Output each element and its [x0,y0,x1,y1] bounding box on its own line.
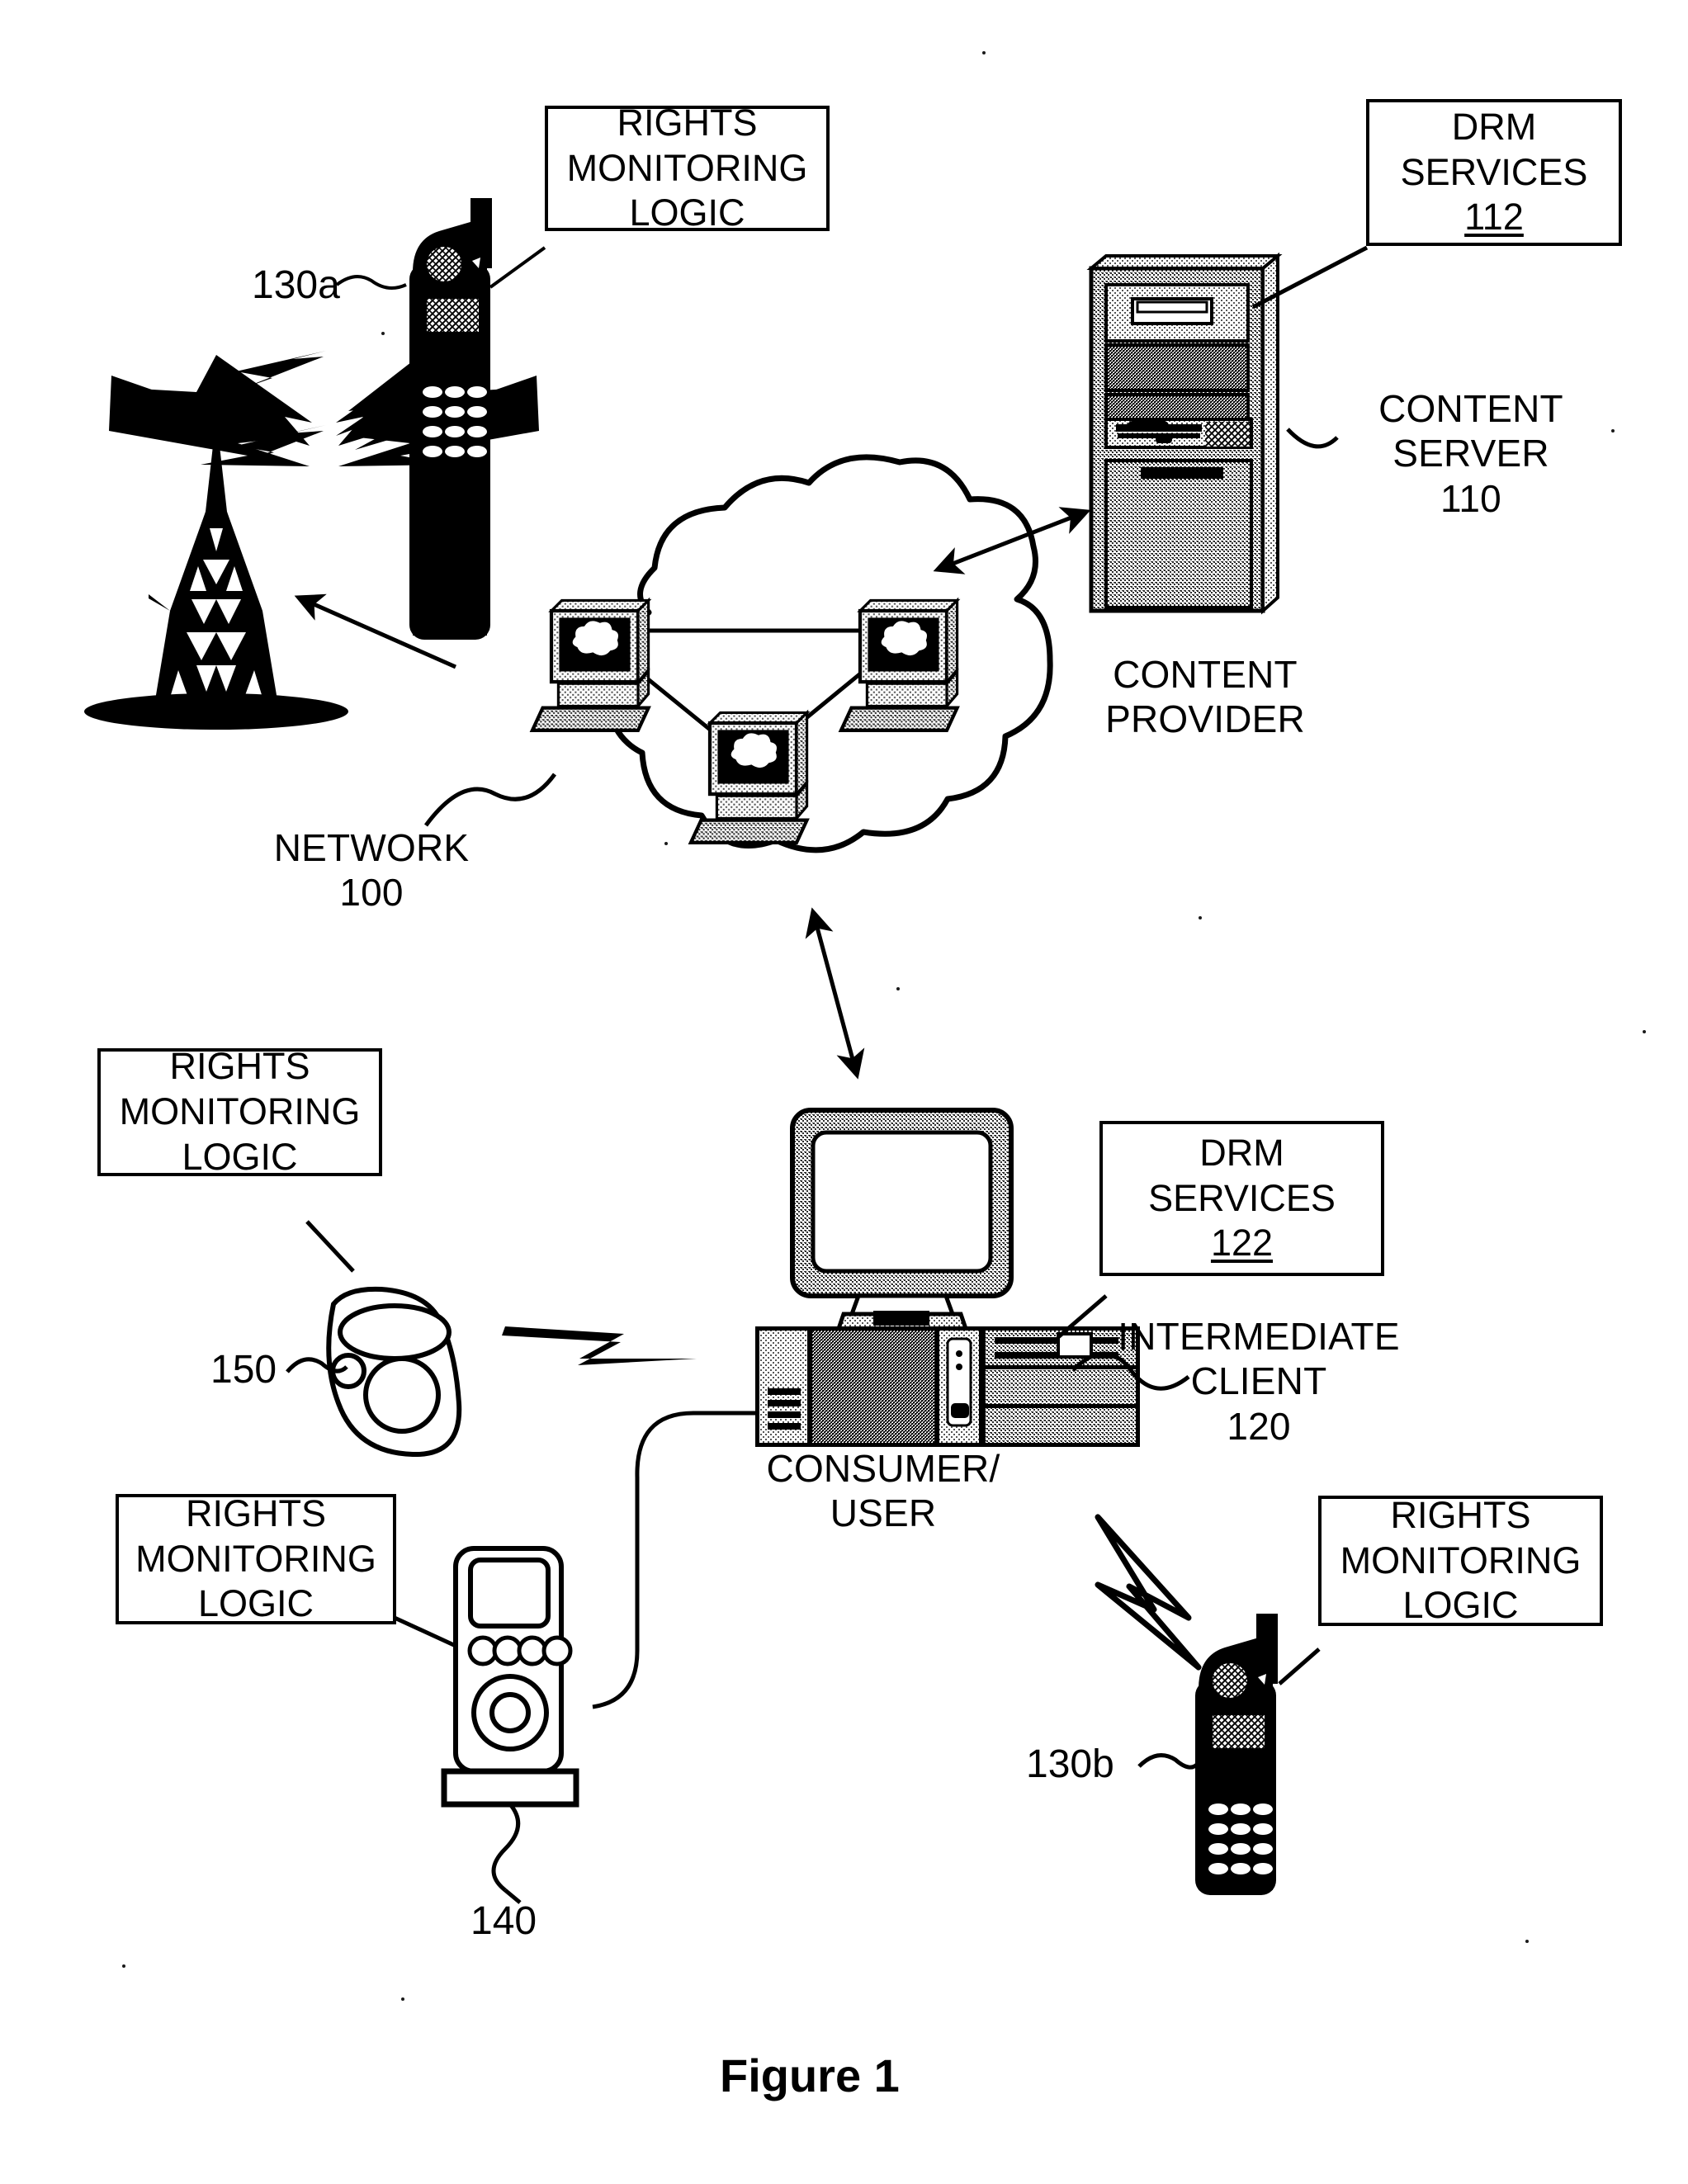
mobile-phone-icon [1195,1614,1278,1895]
content-provider-label: CONTENT PROVIDER [1105,653,1305,741]
lightning-bolt-icon [502,1326,697,1365]
box-line: LOGIC [182,1135,298,1178]
figure-caption: Figure 1 [720,2049,900,2101]
drm-services-box-112: DRM SERVICES 112 [1366,99,1622,246]
scan-speck [401,1997,404,2001]
drm-services-box-122: DRM SERVICES 122 [1099,1121,1384,1276]
lightning-bolt-icon [1095,1514,1202,1671]
reference-numeral-112: 112 [1464,196,1524,239]
patent-figure-page: RIGHTS MONITORING LOGIC DRM SERVICES 112… [0,0,1688,2184]
box-line: MONITORING [135,1537,376,1580]
scan-speck [1525,1940,1529,1943]
scan-speck [1199,916,1202,919]
server-tower-icon [1086,252,1283,615]
workstation-icon [838,597,961,732]
scan-speck [982,51,986,54]
intermediate-client-label: INTERMEDIATE CLIENT 120 [1118,1315,1400,1448]
portable-media-player-icon [441,1546,579,1892]
reference-numeral-130a: 130a [252,263,340,307]
network-label: NETWORK 100 [273,826,470,915]
desktop-computer-icon [755,1108,1140,1447]
box-line: RIGHTS [169,1045,310,1088]
box-line: SERVICES [1400,150,1588,193]
box-line: MONITORING [566,146,808,189]
box-line: MONITORING [1340,1539,1582,1581]
rights-monitoring-logic-box-phone-a: RIGHTS MONITORING LOGIC [545,102,830,234]
scan-speck [1643,1030,1646,1033]
rights-monitoring-logic-box-150: RIGHTS MONITORING LOGIC [97,1045,382,1178]
handheld-device-icon [326,1286,462,1458]
consumer-user-label: CONSUMER/ USER [766,1447,1000,1535]
box-line: RIGHTS [185,1491,326,1534]
box-line: MONITORING [119,1090,361,1133]
box-line: LOGIC [197,1582,314,1625]
rights-monitoring-logic-box-140: RIGHTS MONITORING LOGIC [116,1491,396,1625]
scan-speck [122,1964,125,1968]
reference-numeral-122: 122 [1210,1222,1274,1265]
scan-speck [664,842,668,845]
box-line: SERVICES [1148,1176,1336,1219]
box-line: LOGIC [1402,1584,1519,1627]
box-line: RIGHTS [1390,1493,1531,1536]
scan-speck [381,332,385,335]
reference-numeral-150: 150 [210,1348,277,1392]
box-line: DRM [1451,105,1537,148]
reference-numeral-140: 140 [470,1899,537,1943]
box-line: DRM [1199,1131,1284,1174]
workstation-icon [529,597,652,732]
workstation-icon [688,709,811,844]
box-line: LOGIC [629,191,745,234]
content-server-label: CONTENT SERVER 110 [1378,387,1563,520]
scan-speck [896,987,900,990]
scan-speck [1611,429,1615,433]
network-cloud-icon [605,454,1053,853]
rights-monitoring-logic-box-phone-b: RIGHTS MONITORING LOGIC [1318,1493,1603,1627]
reference-numeral-130b: 130b [1026,1742,1114,1786]
box-line: RIGHTS [617,101,758,144]
